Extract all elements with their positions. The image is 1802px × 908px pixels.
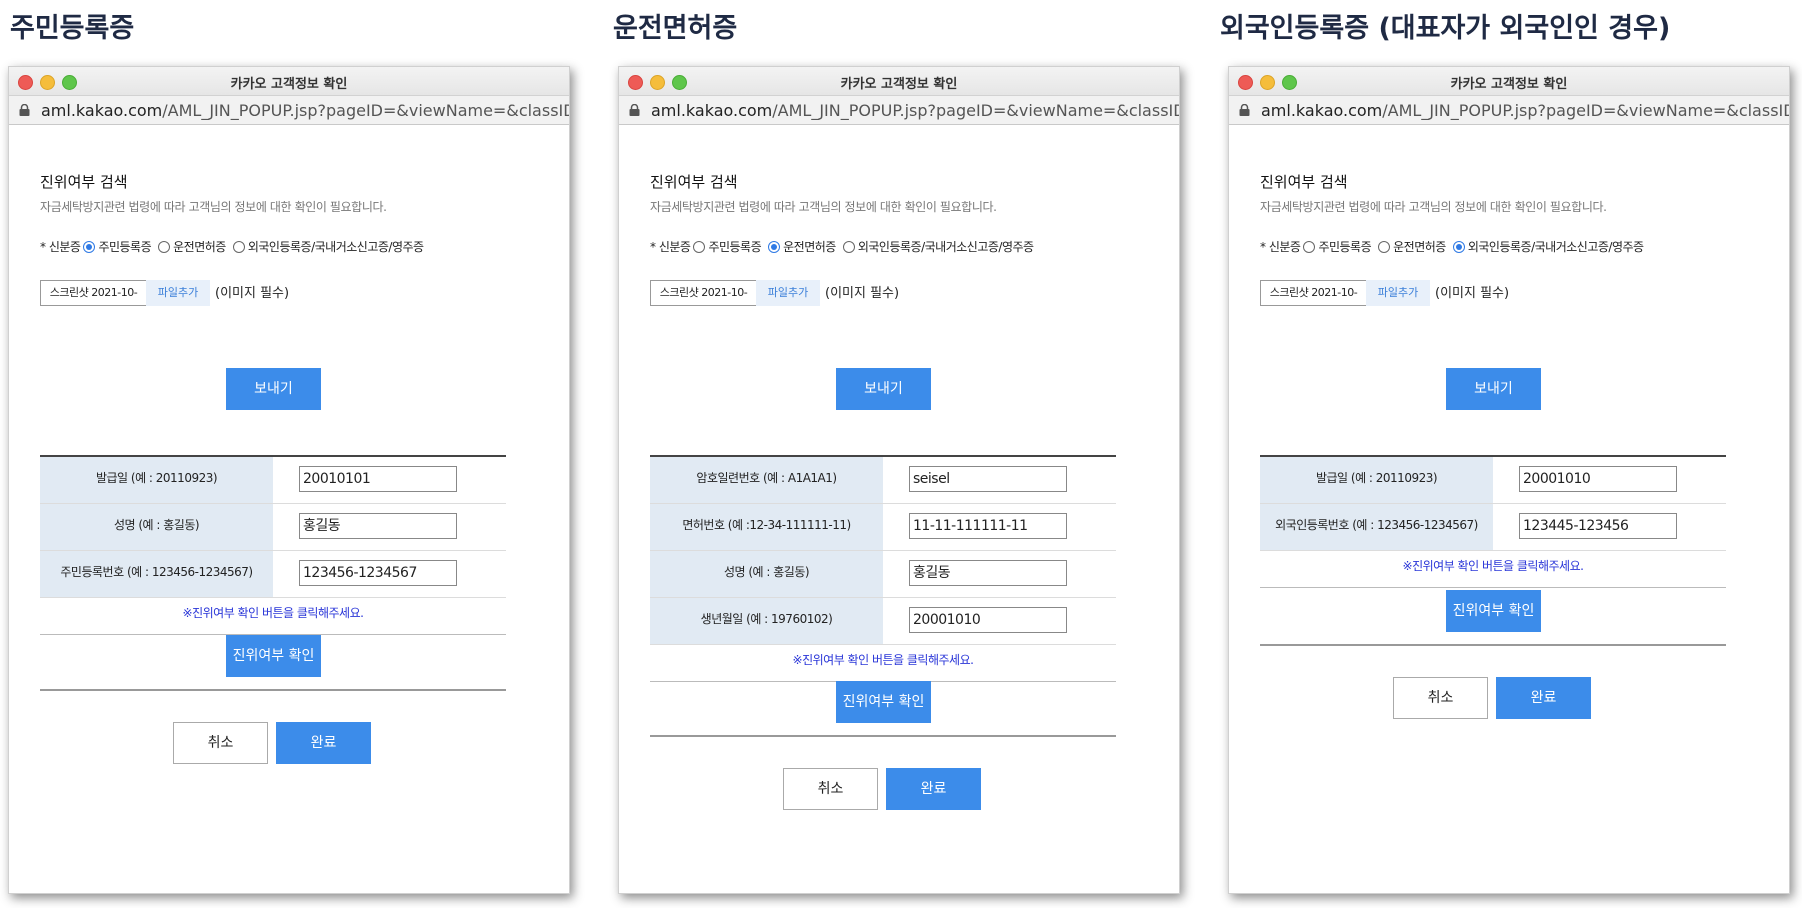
- radio-foreigner-card[interactable]: [232, 240, 245, 253]
- radio-drivers-license[interactable]: [768, 240, 781, 253]
- window-title: 카카오 고객정보 확인: [840, 77, 958, 92]
- title-bar: 카카오 고객정보 확인: [619, 67, 1179, 96]
- popup-window: 카카오 고객정보 확인 aml.kakao.com/AML_JIN_POPUP.…: [1228, 66, 1790, 894]
- panel-heading: 외국인등록증 (대표자가 외국인인 경우): [1220, 13, 1671, 44]
- radio-drivers-license[interactable]: [158, 240, 171, 253]
- table-row: 외국인등록번호 (예 : 123456-1234567) 123445-12345…: [1260, 504, 1726, 551]
- lock-icon: [629, 104, 640, 116]
- foreigner-number-input[interactable]: 123445-123456: [1519, 513, 1677, 539]
- section-title: 진위여부 검색: [650, 173, 738, 191]
- verify-button[interactable]: 진위여부 확인: [226, 635, 321, 677]
- url-text[interactable]: aml.kakao.com/AML_JIN_POPUP.jsp?pageID=&…: [1261, 101, 1789, 120]
- section-description: 자금세탁방지관련 법령에 따라 고객님의 정보에 대한 확인이 필요합니다.: [650, 200, 997, 214]
- verify-button[interactable]: 진위여부 확인: [1446, 590, 1541, 632]
- table-row: 성명 (예 : 홍길동) 홍길동: [40, 504, 506, 551]
- id-type-label: * 신분증: [1260, 240, 1301, 254]
- verify-note: ※진위여부 확인 버튼을 클릭해주세요.: [650, 645, 1116, 682]
- id-type-row: * 신분증 주민등록증 운전면허증 외국인등록증/국내거소신고증/영주증: [650, 240, 1034, 254]
- radio-resident-card[interactable]: [1303, 240, 1316, 253]
- table-row: 성명 (예 : 홍길동) 홍길동: [650, 551, 1116, 598]
- file-name-field[interactable]: 스크린샷 2021-10-: [1260, 280, 1367, 306]
- popup-window: 카카오 고객정보 확인 aml.kakao.com/AML_JIN_POPUP.…: [618, 66, 1180, 894]
- lock-icon: [19, 104, 30, 116]
- send-button[interactable]: 보내기: [836, 368, 931, 410]
- window-title: 카카오 고객정보 확인: [230, 77, 348, 92]
- image-required-label: (이미지 필수): [825, 286, 900, 301]
- radio-foreigner-card[interactable]: [1452, 240, 1465, 253]
- table-row: 면허번호 (예 :12-34-111111-11) 11-11-111111-11: [650, 504, 1116, 551]
- add-file-button[interactable]: 파일추가: [1366, 280, 1430, 306]
- cancel-button[interactable]: 취소: [1393, 677, 1488, 719]
- issue-date-input[interactable]: 20001010: [1519, 466, 1677, 492]
- table-row: 생년월일 (예 : 19760102) 20001010: [650, 598, 1116, 645]
- popup-window: 카카오 고객정보 확인 aml.kakao.com/AML_JIN_POPUP.…: [8, 66, 570, 894]
- done-button[interactable]: 완료: [886, 768, 981, 810]
- verification-table: 암호일련번호 (예 : A1A1A1) seisel 면허번호 (예 :12-34…: [650, 455, 1116, 682]
- send-button[interactable]: 보내기: [1446, 368, 1541, 410]
- divider: [650, 735, 1116, 737]
- table-row: 발급일 (예 : 20110923) 20010101: [40, 457, 506, 504]
- radio-drivers-license[interactable]: [1378, 240, 1391, 253]
- add-file-button[interactable]: 파일추가: [146, 280, 210, 306]
- verify-note: ※진위여부 확인 버튼을 클릭해주세요.: [1260, 551, 1726, 588]
- id-type-label: * 신분증: [650, 240, 691, 254]
- id-type-row: * 신분증 주민등록증 운전면허증 외국인등록증/국내거소신고증/영주증: [40, 240, 424, 254]
- radio-foreigner-card[interactable]: [842, 240, 855, 253]
- panel-heading: 주민등록증: [10, 13, 135, 44]
- resident-number-input[interactable]: 123456-1234567: [299, 560, 457, 586]
- section-title: 진위여부 검색: [40, 173, 128, 191]
- table-row: 발급일 (예 : 20110923) 20001010: [1260, 457, 1726, 504]
- title-bar: 카카오 고객정보 확인: [1229, 67, 1789, 96]
- verification-table: 발급일 (예 : 20110923) 20010101 성명 (예 : 홍길동) 홍…: [40, 455, 506, 635]
- address-bar[interactable]: aml.kakao.com/AML_JIN_POPUP.jsp?pageID=&…: [9, 96, 569, 125]
- url-text[interactable]: aml.kakao.com/AML_JIN_POPUP.jsp?pageID=&…: [41, 101, 569, 120]
- id-type-row: * 신분증 주민등록증 운전면허증 외국인등록증/국내거소신고증/영주증: [1260, 240, 1644, 254]
- image-required-label: (이미지 필수): [215, 286, 290, 301]
- name-input[interactable]: 홍길동: [299, 513, 457, 539]
- file-name-field[interactable]: 스크린샷 2021-10-: [40, 280, 147, 306]
- panel-heading: 운전면허증: [613, 13, 738, 44]
- window-title: 카카오 고객정보 확인: [1450, 77, 1568, 92]
- id-type-label: * 신분증: [40, 240, 81, 254]
- divider: [1260, 644, 1726, 646]
- cancel-button[interactable]: 취소: [783, 768, 878, 810]
- title-bar: 카카오 고객정보 확인: [9, 67, 569, 96]
- address-bar[interactable]: aml.kakao.com/AML_JIN_POPUP.jsp?pageID=&…: [1229, 96, 1789, 125]
- section-description: 자금세탁방지관련 법령에 따라 고객님의 정보에 대한 확인이 필요합니다.: [1260, 200, 1607, 214]
- birth-date-input[interactable]: 20001010: [909, 607, 1067, 633]
- serial-number-input[interactable]: seisel: [909, 466, 1067, 492]
- image-required-label: (이미지 필수): [1435, 286, 1510, 301]
- section-title: 진위여부 검색: [1260, 173, 1348, 191]
- send-button[interactable]: 보내기: [226, 368, 321, 410]
- section-description: 자금세탁방지관련 법령에 따라 고객님의 정보에 대한 확인이 필요합니다.: [40, 200, 387, 214]
- done-button[interactable]: 완료: [276, 722, 371, 764]
- verify-note: ※진위여부 확인 버튼을 클릭해주세요.: [40, 598, 506, 635]
- issue-date-input[interactable]: 20010101: [299, 466, 457, 492]
- verification-table: 발급일 (예 : 20110923) 20001010 외국인등록번호 (예 : …: [1260, 455, 1726, 588]
- cancel-button[interactable]: 취소: [173, 722, 268, 764]
- name-input[interactable]: 홍길동: [909, 560, 1067, 586]
- lock-icon: [1239, 104, 1250, 116]
- verify-button[interactable]: 진위여부 확인: [836, 681, 931, 723]
- divider: [40, 689, 506, 691]
- table-row: 주민등록번호 (예 : 123456-1234567) 123456-123456…: [40, 551, 506, 598]
- radio-resident-card[interactable]: [693, 240, 706, 253]
- url-text[interactable]: aml.kakao.com/AML_JIN_POPUP.jsp?pageID=&…: [651, 101, 1179, 120]
- address-bar[interactable]: aml.kakao.com/AML_JIN_POPUP.jsp?pageID=&…: [619, 96, 1179, 125]
- add-file-button[interactable]: 파일추가: [756, 280, 820, 306]
- license-number-input[interactable]: 11-11-111111-11: [909, 513, 1067, 539]
- file-name-field[interactable]: 스크린샷 2021-10-: [650, 280, 757, 306]
- table-row: 암호일련번호 (예 : A1A1A1) seisel: [650, 457, 1116, 504]
- done-button[interactable]: 완료: [1496, 677, 1591, 719]
- radio-resident-card[interactable]: [83, 240, 96, 253]
